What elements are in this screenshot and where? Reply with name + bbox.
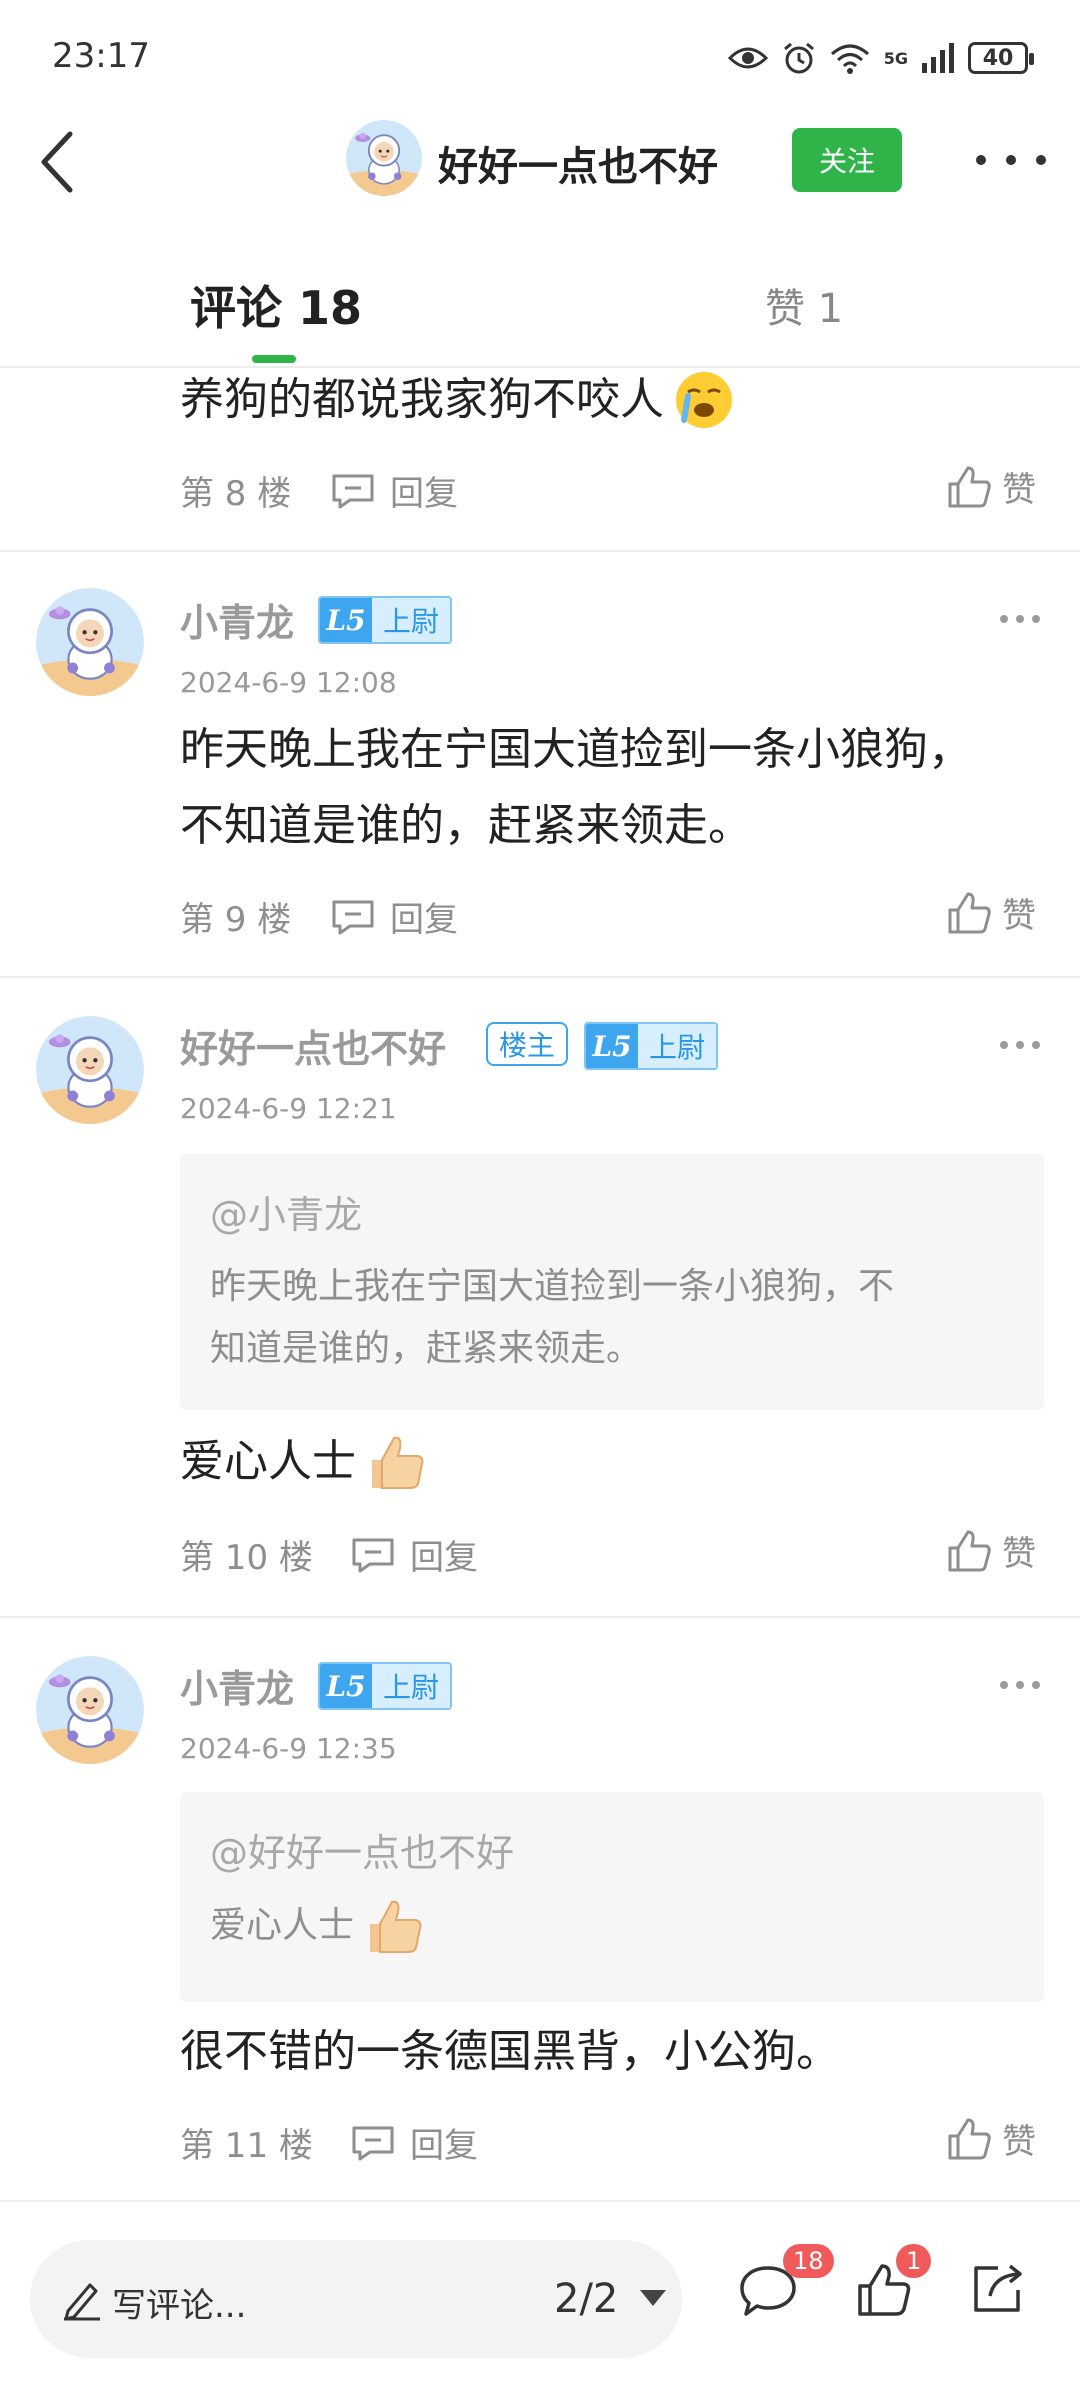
reply-icon [352,2126,394,2160]
share-icon[interactable] [968,2258,1028,2318]
comment-text: 养狗的都说我家狗不咬人 [180,374,664,425]
thumbs-up-icon [948,1530,991,1571]
like-label: 赞 [1002,1534,1036,1574]
crying-emoji-icon [676,372,732,428]
author-avatar[interactable] [346,120,422,196]
like-label: 赞 [1002,896,1036,936]
username[interactable]: 小青龙 [180,1658,294,1713]
quote-text: 爱心人士 [210,1894,426,1958]
follow-button[interactable]: 关注 [792,128,902,192]
tab-likes[interactable]: 赞 1 [765,276,843,334]
comment-date: 2024-6-9 12:08 [180,666,397,699]
rank-label: 上尉 [638,1024,716,1068]
like-label: 赞 [1002,2122,1036,2162]
write-comment-placeholder[interactable]: 写评论... [112,2278,246,2327]
comment-count-badge: 18 [783,2244,834,2278]
level-label: L5 [586,1024,638,1068]
reply-icon [352,1538,394,1572]
floor-label: 第 11 楼 [180,2126,313,2166]
comment-date: 2024-6-9 12:35 [180,1732,397,1765]
level-badge: L5 上尉 [318,1662,452,1710]
comment-10-content: 爱心人士 [180,1424,428,1500]
comment-divider [0,976,1080,978]
status-icons: 5G 40 [727,36,1034,80]
status-time: 23:17 [52,36,150,76]
network-label: 5G [883,48,908,68]
pencil-icon [64,2283,100,2321]
quote-mention[interactable]: @好好一点也不好 [210,1822,514,1877]
comment-11-content: 很不错的一条德国黑背，小公狗。 [180,2026,840,2077]
dot-icon [1036,155,1046,165]
reply-label: 回复 [410,2126,478,2166]
comment-more-button[interactable] [1000,1681,1040,1691]
comment-8-content: 养狗的都说我家狗不咬人 [180,362,734,438]
avatar[interactable] [36,588,144,696]
page-indicator[interactable]: 2/2 [554,2276,618,2322]
username[interactable]: 小青龙 [180,592,294,647]
reply-button[interactable]: 回复 [350,1530,478,1579]
dot-icon [976,155,986,165]
more-options-button[interactable] [976,135,1046,185]
thumbs-up-icon [948,892,991,933]
floor-label: 第 8 楼 [180,474,292,514]
quote-mention[interactable]: @小青龙 [210,1184,362,1239]
quote-text: 昨天晚上我在宁国大道捡到一条小狼狗，不 知道是谁的，赶紧来领走。 [210,1256,894,1380]
dot-icon [1006,155,1016,165]
reply-label: 回复 [410,1538,478,1578]
comment-divider [0,1616,1080,1618]
avatar[interactable] [36,1656,144,1764]
signal-icon [922,43,954,73]
rank-label: 上尉 [372,598,450,642]
quote-text-line: 爱心人士 [210,1905,355,1946]
alarm-icon [783,42,814,74]
quote-text-line: 昨天晚上我在宁国大道捡到一条小狼狗，不 [210,1266,895,1307]
comment-9-content: 昨天晚上我在宁国大道捡到一条小狼狗， 不知道是谁的，赶紧来领走。 [180,712,972,864]
thumbs-up-emoji-icon [372,1436,424,1489]
comment-more-button[interactable] [1000,1041,1040,1051]
like-label: 赞 [1002,470,1036,510]
level-badge: L5 上尉 [318,596,452,644]
like-button[interactable]: 赞 [946,888,1036,937]
caret-down-icon[interactable] [640,2290,666,2306]
eye-icon [727,47,768,69]
comment-text-line: 不知道是谁的，赶紧来领走。 [180,800,752,851]
thumbs-up-emoji-icon [370,1900,422,1953]
chevron-left-icon [41,131,73,193]
battery-icon: 40 [968,42,1034,74]
reply-icon [332,474,374,508]
comment-text: 爱心人士 [180,1436,356,1487]
comment-more-button[interactable] [1000,615,1040,625]
floor-label: 第 9 楼 [180,900,292,940]
back-button[interactable] [22,120,92,200]
thumbs-up-icon [948,2118,991,2159]
level-label: L5 [320,598,372,642]
comment-text-line: 昨天晚上我在宁国大道捡到一条小狼狗， [180,724,972,775]
like-count-badge: 1 [896,2244,932,2278]
level-label: L5 [320,1664,372,1708]
tab-comments[interactable]: 评论 18 [190,272,362,338]
quote-text-line: 知道是谁的，赶紧来领走。 [210,1328,643,1369]
reply-button[interactable]: 回复 [330,466,458,515]
like-button[interactable]: 赞 [946,1526,1036,1575]
like-button[interactable]: 赞 [946,2114,1036,2163]
like-button[interactable]: 赞 [946,462,1036,511]
reply-button[interactable]: 回复 [350,2118,478,2167]
reply-label: 回复 [390,900,458,940]
owner-badge: 楼主 [486,1022,568,1066]
author-name[interactable]: 好好一点也不好 [438,134,718,192]
comment-divider [0,550,1080,552]
battery-level: 40 [982,45,1014,71]
comment-date: 2024-6-9 12:21 [180,1092,397,1125]
level-badge: L5 上尉 [584,1022,718,1070]
reply-icon [332,900,374,934]
reply-button[interactable]: 回复 [330,892,458,941]
wifi-icon [830,44,869,74]
floor-label: 第 10 楼 [180,1538,313,1578]
username[interactable]: 好好一点也不好 [180,1018,446,1073]
thumbs-up-icon [948,466,991,507]
reply-label: 回复 [390,474,458,514]
avatar[interactable] [36,1016,144,1124]
rank-label: 上尉 [372,1664,450,1708]
